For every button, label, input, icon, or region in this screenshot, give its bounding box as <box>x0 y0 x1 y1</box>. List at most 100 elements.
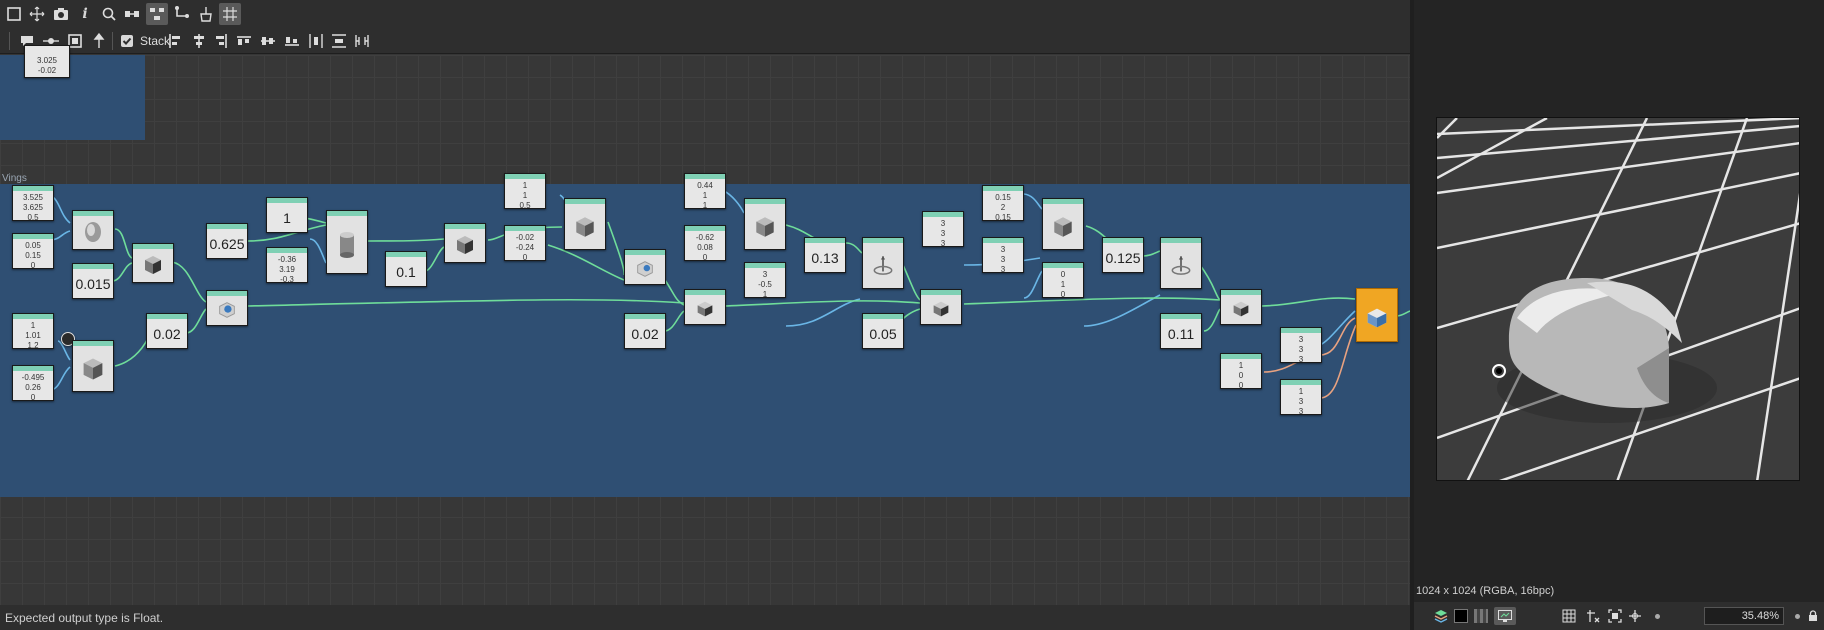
value-node[interactable]: 1 1.01 1.2 <box>12 313 54 350</box>
pin-icon[interactable] <box>88 30 110 52</box>
zoom-input[interactable]: 35.48% <box>1704 607 1784 625</box>
round-cube-node[interactable] <box>444 223 486 263</box>
value-text: 0.05 <box>869 326 897 342</box>
cube-shape-node[interactable] <box>132 243 174 283</box>
value-node[interactable]: 3 -0.5 1 <box>744 262 786 299</box>
box-shape-node[interactable] <box>72 340 114 392</box>
graph-layout-icon[interactable] <box>146 3 168 25</box>
distribute-vertical-icon[interactable] <box>328 30 350 52</box>
value-node[interactable]: 0.13 <box>804 237 846 273</box>
clean-icon[interactable] <box>195 3 217 25</box>
cube-icon <box>145 255 161 274</box>
value-node[interactable]: 1 <box>266 197 308 233</box>
value-node[interactable]: 333 <box>922 211 964 248</box>
graph-editor: i Stack Vings 3.025 -0.02 3.525 3.625 0.… <box>0 0 1410 630</box>
rotate-node[interactable] <box>862 237 904 289</box>
align-left-icon[interactable] <box>164 30 186 52</box>
value-line: -0.02 <box>37 66 57 75</box>
layers-icon[interactable] <box>1432 607 1450 625</box>
cylinder-shape-node[interactable] <box>326 210 368 274</box>
value-line: -0.02 <box>515 233 535 242</box>
align-right-icon[interactable] <box>210 30 232 52</box>
cube-icon <box>1054 216 1072 237</box>
value-line: 0 <box>1238 371 1244 380</box>
box-shape-node[interactable] <box>564 198 606 250</box>
value-node[interactable]: 3.525 3.625 0.5 <box>12 185 54 222</box>
connect-icon[interactable] <box>171 3 193 25</box>
value-node[interactable]: 3.025 -0.02 <box>24 45 70 78</box>
value-node[interactable]: 0.015 <box>72 263 114 299</box>
align-bottom-icon[interactable] <box>281 30 303 52</box>
zoom-dot-icon[interactable] <box>1648 607 1666 625</box>
align-center-icon[interactable] <box>188 30 210 52</box>
value-node[interactable]: -0.62 0.08 0 <box>684 225 726 262</box>
value-line: 1 <box>522 181 528 190</box>
value-node[interactable]: 1 1 0.5 <box>504 173 546 210</box>
axis-toggle-icon[interactable] <box>1584 607 1602 625</box>
frame-icon[interactable] <box>3 3 25 25</box>
distribute-horizontal-icon[interactable] <box>305 30 327 52</box>
camera-icon[interactable] <box>50 3 72 25</box>
frame-top[interactable] <box>0 55 145 140</box>
box-shape-node[interactable] <box>1042 198 1084 250</box>
value-line: 3.025 <box>36 56 58 65</box>
move-view-icon[interactable] <box>1626 607 1644 625</box>
snap-nodes-icon[interactable] <box>351 30 373 52</box>
value-node[interactable]: 333 <box>982 237 1024 274</box>
value-node[interactable]: 0.11 <box>1160 313 1202 349</box>
cube-icon <box>756 216 774 237</box>
value-node[interactable]: 0.05 <box>862 313 904 349</box>
value-node[interactable]: 133 <box>1280 379 1322 416</box>
intersect-node[interactable] <box>684 289 726 325</box>
background-black-icon[interactable] <box>1452 607 1470 625</box>
rotate-node[interactable] <box>1160 237 1202 289</box>
value-node[interactable]: 0.125 <box>1102 237 1144 273</box>
value-line: 0 <box>30 393 36 402</box>
value-node[interactable]: 0.02 <box>146 313 188 349</box>
link-icon[interactable] <box>121 3 143 25</box>
display-mode-icon[interactable] <box>1494 607 1516 625</box>
output-node[interactable] <box>1356 288 1398 342</box>
box-shape-node[interactable] <box>744 198 786 250</box>
value-node[interactable]: -0.36 3.19 -0.3 <box>266 247 308 284</box>
value-line: 0.15 <box>995 193 1011 202</box>
value-node[interactable]: -0.495 0.26 0 <box>12 365 54 402</box>
value-line: 3.525 <box>22 193 44 202</box>
stack-checkbox[interactable] <box>116 30 138 52</box>
grid-snap-icon[interactable] <box>219 3 241 25</box>
cut-cube-icon <box>697 301 713 317</box>
intersect-node[interactable] <box>1220 289 1262 325</box>
align-top-icon[interactable] <box>233 30 255 52</box>
value-node[interactable]: 100 <box>1220 353 1262 390</box>
node-graph-canvas[interactable]: Vings 3.025 -0.02 3.525 3.625 0.5 0.05 0… <box>0 45 1410 605</box>
search-icon[interactable] <box>98 3 120 25</box>
blend-node[interactable] <box>206 290 248 326</box>
info-icon[interactable]: i <box>74 3 96 25</box>
value-line: 0 <box>522 253 528 262</box>
value-node[interactable]: 0.625 <box>206 223 248 259</box>
value-line: 0.5 <box>27 213 39 222</box>
value-node[interactable]: 333 <box>1280 327 1322 364</box>
fit-view-icon[interactable] <box>1606 607 1624 625</box>
value-node[interactable]: 0.44 1 1 <box>684 173 726 210</box>
sphere-shape-node[interactable] <box>72 210 114 250</box>
lock-icon[interactable] <box>1804 607 1822 625</box>
background-gray-icon[interactable] <box>1472 607 1490 625</box>
value-line: 0.44 <box>697 181 713 190</box>
align-middle-icon[interactable] <box>257 30 279 52</box>
blend-node[interactable] <box>624 249 666 285</box>
value-node[interactable]: 0.02 <box>624 313 666 349</box>
value-node[interactable]: -0.02 -0.24 0 <box>504 225 546 262</box>
value-text: 1 <box>283 210 291 226</box>
value-node[interactable]: 0.15 2 0.15 <box>982 185 1024 222</box>
value-line: -0.24 <box>515 243 535 252</box>
value-node[interactable]: 0.1 <box>385 251 427 287</box>
value-line: 0.08 <box>697 243 713 252</box>
move-icon[interactable] <box>26 3 48 25</box>
value-node[interactable]: 010 <box>1042 262 1084 299</box>
value-line: -0.5 <box>758 280 772 289</box>
3d-viewport[interactable] <box>1436 117 1800 481</box>
value-node[interactable]: 0.05 0.15 0 <box>12 233 54 270</box>
intersect-node[interactable] <box>920 289 962 325</box>
grid-toggle-icon[interactable] <box>1560 607 1578 625</box>
